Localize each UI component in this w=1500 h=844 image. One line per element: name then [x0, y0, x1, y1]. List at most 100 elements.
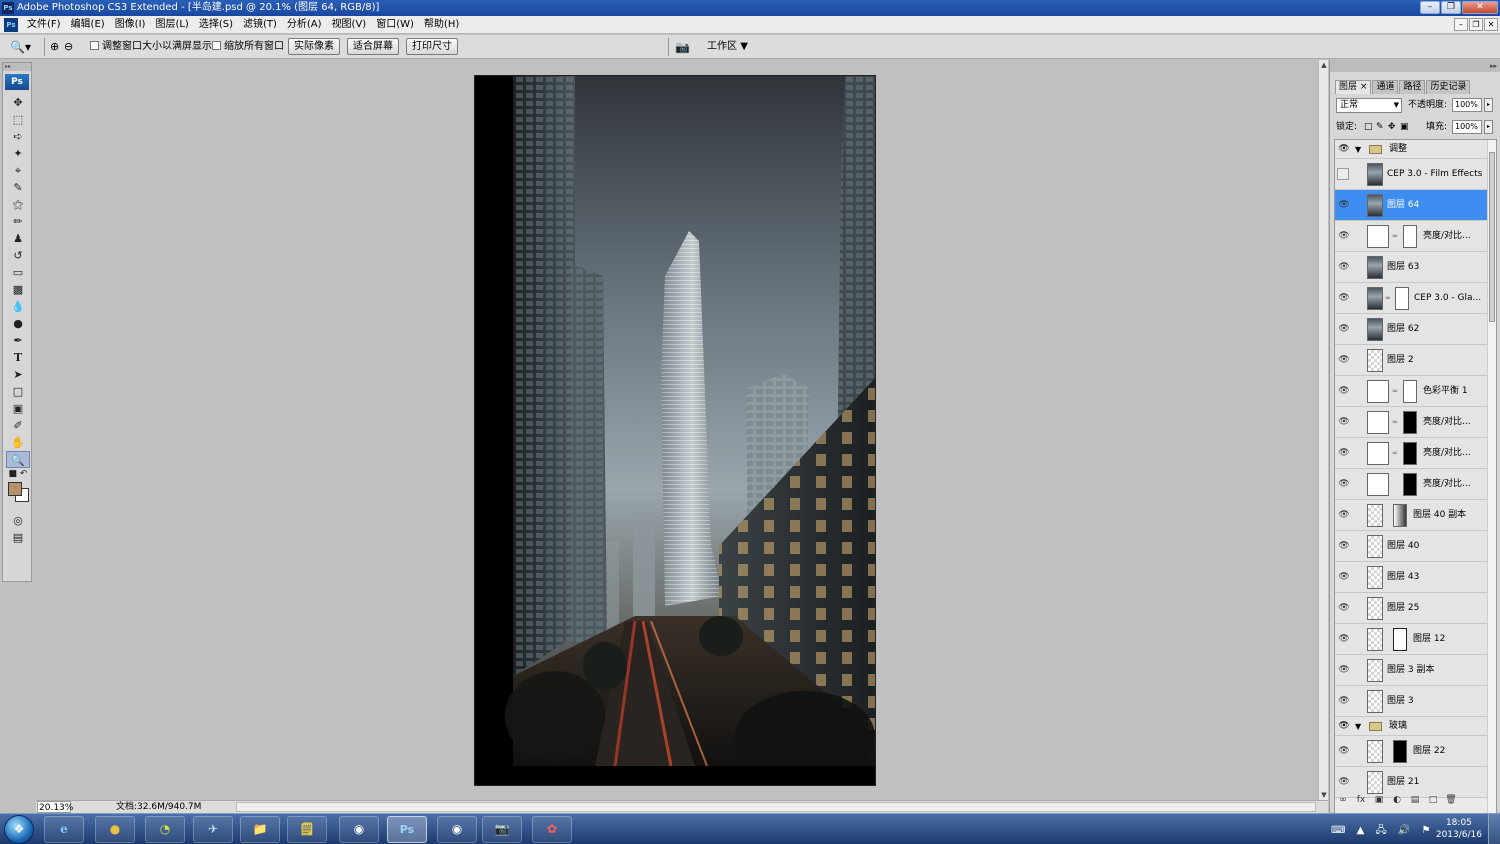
- photoshop-logo[interactable]: Ps: [5, 74, 29, 90]
- eye-icon[interactable]: 👁: [1337, 190, 1351, 221]
- eye-icon[interactable]: 👁: [1337, 686, 1351, 717]
- layer-row[interactable]: 👁 图层 22: [1335, 736, 1487, 767]
- close-icon[interactable]: ×: [1360, 82, 1368, 92]
- layer-mask-thumbnail[interactable]: [1403, 225, 1417, 248]
- link-chain-icon[interactable]: ∞: [1392, 418, 1398, 426]
- layer-group-adjust[interactable]: 👁 ▼ 调整: [1335, 140, 1487, 159]
- taskbar-clock[interactable]: 18:05 2013/6/16: [1436, 817, 1482, 841]
- zoom-tool-preset-icon[interactable]: 🔍▾: [10, 39, 31, 55]
- layer-row[interactable]: 👁 图层 25: [1335, 593, 1487, 624]
- layer-mask-thumbnail[interactable]: [1403, 473, 1417, 496]
- document-canvas[interactable]: [474, 75, 876, 786]
- menu-filter[interactable]: 滤镜(T): [238, 16, 282, 34]
- layer-row[interactable]: 👁 图层 12: [1335, 624, 1487, 655]
- menu-select[interactable]: 选择(S): [194, 16, 238, 34]
- hand-tool-icon[interactable]: ✋: [6, 434, 30, 451]
- clone-stamp-tool-icon[interactable]: ♟: [6, 230, 30, 247]
- eye-icon[interactable]: 👁: [1337, 717, 1351, 736]
- eye-icon[interactable]: 👁: [1337, 376, 1351, 407]
- layer-mask-thumbnail[interactable]: [1395, 287, 1409, 310]
- layer-row[interactable]: 👁 图层 2: [1335, 345, 1487, 376]
- flag-icon[interactable]: ⚑: [1422, 825, 1435, 836]
- airplane-app-icon[interactable]: ✈: [193, 816, 233, 843]
- resize-windows-check-icon[interactable]: [90, 41, 99, 50]
- fit-screen-button[interactable]: 适合屏幕: [347, 38, 399, 55]
- minimize-button[interactable]: –: [1420, 1, 1440, 14]
- lock-pixels-icon[interactable]: ✎: [1376, 120, 1384, 135]
- layer-row[interactable]: 👁 ∞ CEP 3.0 - Gla...: [1335, 283, 1487, 314]
- sogou-icon[interactable]: ◔: [145, 816, 185, 843]
- blur-tool-icon[interactable]: 💧: [6, 298, 30, 315]
- opacity-slider-button[interactable]: ▸: [1484, 98, 1493, 112]
- 3dsmax-icon[interactable]: ◉: [339, 816, 379, 843]
- brush-tool-icon[interactable]: ✏: [6, 213, 30, 230]
- doc-restore-button[interactable]: ❐: [1469, 18, 1483, 31]
- eye-icon[interactable]: 👁: [1337, 624, 1351, 655]
- eye-icon[interactable]: 👁: [1337, 438, 1351, 469]
- menu-edit[interactable]: 编辑(E): [66, 16, 110, 34]
- eye-icon[interactable]: 👁: [1337, 140, 1351, 159]
- eye-icon[interactable]: 👁: [1337, 469, 1351, 500]
- menu-file[interactable]: 文件(F): [22, 16, 66, 34]
- toolbox-grip[interactable]: ▸▸: [3, 63, 31, 71]
- path-selection-tool-icon[interactable]: ➤: [6, 366, 30, 383]
- marquee-tool-icon[interactable]: ⬚: [6, 111, 30, 128]
- scroll-down-icon[interactable]: ▼: [1319, 790, 1329, 800]
- foreground-color-swatch[interactable]: [8, 482, 22, 496]
- zoom-out-icon[interactable]: ⊖: [64, 39, 73, 55]
- sticky-notes-icon[interactable]: 🗒: [287, 816, 327, 843]
- eye-icon[interactable]: 👁: [1337, 345, 1351, 376]
- zoom-all-checkbox[interactable]: 缩放所有窗口: [212, 39, 284, 55]
- lock-transparency-icon[interactable]: □: [1364, 120, 1373, 135]
- layer-mask-thumbnail[interactable]: [1393, 628, 1407, 651]
- fill-slider-button[interactable]: ▸: [1484, 120, 1493, 134]
- photoshop-menu-icon[interactable]: Ps: [4, 17, 18, 32]
- eraser-tool-icon[interactable]: ▭: [6, 264, 30, 281]
- type-tool-icon[interactable]: T: [6, 349, 30, 366]
- crop-tool-icon[interactable]: ⌖: [6, 162, 30, 179]
- layer-style-icon[interactable]: fx: [1352, 792, 1370, 808]
- layer-mask-thumbnail[interactable]: [1393, 740, 1407, 763]
- layer-row[interactable]: 👁 ∞ 色彩平衡 1: [1335, 376, 1487, 407]
- layer-row[interactable]: 👁 ∞ 亮度/对比...: [1335, 438, 1487, 469]
- tab-paths[interactable]: 路径: [1399, 80, 1426, 94]
- eye-icon[interactable]: 👁: [1337, 593, 1351, 624]
- layer-row-selected[interactable]: 👁 图层 64: [1335, 190, 1487, 221]
- restore-button[interactable]: ❐: [1441, 1, 1461, 14]
- layer-mask-thumbnail[interactable]: [1403, 411, 1417, 434]
- add-mask-icon[interactable]: ▣: [1370, 792, 1388, 808]
- zoom-all-check-icon[interactable]: [212, 41, 221, 50]
- fill-field[interactable]: 100%: [1452, 120, 1482, 134]
- link-chain-icon[interactable]: ∞: [1392, 449, 1398, 457]
- menu-analysis[interactable]: 分析(A): [282, 16, 327, 34]
- link-chain-icon[interactable]: ∞: [1392, 387, 1398, 395]
- panel-dock-header[interactable]: ▸▸: [1330, 60, 1500, 72]
- doc-minimize-button[interactable]: –: [1454, 18, 1468, 31]
- link-chain-icon[interactable]: ∞: [1392, 232, 1398, 240]
- new-group-icon[interactable]: ▤: [1406, 792, 1424, 808]
- slice-tool-icon[interactable]: ✎: [6, 179, 30, 196]
- move-tool-icon[interactable]: ✥: [6, 94, 30, 111]
- layer-mask-thumbnail[interactable]: [1403, 380, 1417, 403]
- acrobat-icon[interactable]: ✿: [532, 816, 572, 843]
- chrome-icon[interactable]: ●: [95, 816, 135, 843]
- eye-icon[interactable]: 👁: [1337, 562, 1351, 593]
- scroll-up-icon[interactable]: ▲: [1319, 60, 1329, 70]
- tab-history[interactable]: 历史记录: [1426, 80, 1471, 94]
- quick-mask-icon[interactable]: ◎: [6, 512, 30, 529]
- camera-app-icon[interactable]: 📷: [482, 816, 522, 843]
- print-size-button[interactable]: 打印尺寸: [406, 38, 458, 55]
- link-layers-icon[interactable]: ∞: [1334, 792, 1352, 808]
- tab-channels[interactable]: 通道: [1372, 80, 1399, 94]
- document-size-info[interactable]: 文档:32.6M/940.7M: [116, 801, 201, 813]
- delete-layer-icon[interactable]: 🗑: [1442, 792, 1460, 808]
- eye-icon[interactable]: 👁: [1337, 283, 1351, 314]
- lasso-tool-icon[interactable]: ➪: [6, 128, 30, 145]
- layers-scrollbar-thumb[interactable]: [1489, 152, 1495, 322]
- resize-windows-checkbox[interactable]: 调整窗口大小以满屏显示: [90, 39, 212, 55]
- menu-layer[interactable]: 图层(L): [150, 16, 193, 34]
- layers-scrollbar[interactable]: [1487, 140, 1496, 844]
- menu-image[interactable]: 图像(I): [110, 16, 151, 34]
- magic-wand-tool-icon[interactable]: ✦: [6, 145, 30, 162]
- zoom-level-field[interactable]: 20.13%: [37, 801, 73, 813]
